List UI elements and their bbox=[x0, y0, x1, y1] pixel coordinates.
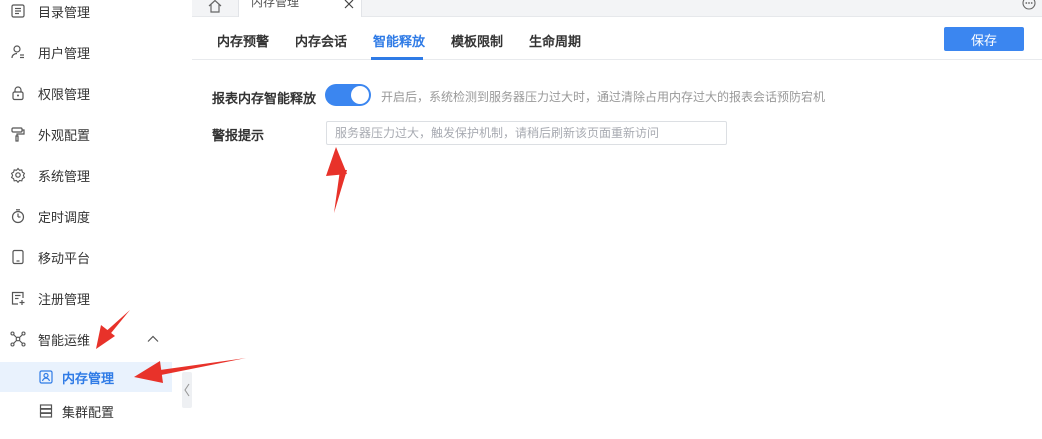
sidebar-item-label: 系统管理 bbox=[38, 169, 91, 185]
tab-label: 内存管理 bbox=[251, 0, 300, 9]
sidebar-collapse-handle[interactable] bbox=[182, 372, 192, 408]
sidebar-item-system[interactable]: 系统管理 bbox=[0, 160, 172, 190]
sidebar-item-label: 集群配置 bbox=[62, 405, 115, 421]
tab-template-limit[interactable]: 模板限制 bbox=[451, 31, 503, 50]
sidebar-item-permissions[interactable]: 权限管理 bbox=[0, 78, 172, 108]
stopwatch-icon bbox=[10, 208, 26, 224]
sidebar-item-label: 智能运维 bbox=[38, 333, 91, 349]
sub-tab-bar: 内存预警 内存会话 智能释放 模板限制 生命周期 保存 bbox=[192, 18, 1042, 60]
chevron-up-icon[interactable] bbox=[146, 332, 160, 346]
lock-icon bbox=[10, 85, 26, 101]
alert-message-input[interactable] bbox=[326, 121, 727, 145]
home-tab[interactable] bbox=[192, 0, 238, 17]
register-icon bbox=[10, 290, 26, 306]
chevron-left-icon bbox=[184, 383, 190, 397]
server-icon bbox=[38, 403, 54, 419]
sidebar-subitem-cluster[interactable]: 集群配置 bbox=[0, 396, 172, 426]
sidebar-subitem-memory[interactable]: 内存管理 bbox=[0, 362, 172, 392]
tab-lifecycle[interactable]: 生命周期 bbox=[529, 31, 581, 50]
sidebar-item-label: 定时调度 bbox=[38, 210, 91, 226]
window-tab-bar: 内存管理 bbox=[192, 0, 1042, 17]
paint-roller-icon bbox=[10, 126, 26, 142]
tab-memory-sessions[interactable]: 内存会话 bbox=[295, 31, 347, 50]
tab-memory-management[interactable]: 内存管理 bbox=[238, 0, 362, 17]
more-icon[interactable] bbox=[1022, 0, 1036, 10]
sidebar-item-schedule[interactable]: 定时调度 bbox=[0, 201, 172, 231]
sidebar-item-users[interactable]: 用户管理 bbox=[0, 37, 172, 67]
sidebar-item-register[interactable]: 注册管理 bbox=[0, 283, 172, 313]
sidebar-item-label: 权限管理 bbox=[38, 87, 91, 103]
sidebar-item-label: 内存管理 bbox=[62, 371, 115, 387]
alert-message-label: 警报提示 bbox=[212, 129, 265, 144]
close-icon[interactable] bbox=[343, 0, 355, 10]
sidebar: 目录管理 用户管理 权限管理 外观配置 系统管理 定时调度 移动平台 注册管理 … bbox=[0, 0, 172, 439]
sidebar-item-label: 注册管理 bbox=[38, 292, 91, 308]
sidebar-item-smart-ops[interactable]: 智能运维 bbox=[0, 324, 172, 354]
sidebar-item-label: 外观配置 bbox=[38, 128, 91, 144]
gear-icon bbox=[10, 167, 26, 183]
tab-smart-release[interactable]: 智能释放 bbox=[373, 31, 425, 50]
network-icon bbox=[10, 331, 26, 347]
sidebar-item-catalog[interactable]: 目录管理 bbox=[0, 0, 172, 26]
active-tab-indicator bbox=[371, 57, 423, 60]
toggle-knob bbox=[351, 86, 369, 104]
tab-memory-warning[interactable]: 内存预警 bbox=[217, 31, 269, 50]
tablet-icon bbox=[10, 249, 26, 265]
user-icon bbox=[10, 44, 26, 60]
sidebar-item-label: 目录管理 bbox=[38, 5, 91, 21]
sidebar-item-label: 用户管理 bbox=[38, 46, 91, 62]
sidebar-item-appearance[interactable]: 外观配置 bbox=[0, 119, 172, 149]
smart-release-toggle[interactable] bbox=[325, 84, 371, 106]
sidebar-item-label: 移动平台 bbox=[38, 251, 91, 267]
smart-release-hint: 开启后，系统检测到服务器压力过大时，通过清除占用内存过大的报表会话预防宕机 bbox=[381, 90, 826, 104]
save-button[interactable]: 保存 bbox=[944, 27, 1024, 51]
sidebar-item-mobile[interactable]: 移动平台 bbox=[0, 242, 172, 272]
smart-release-label: 报表内存智能释放 bbox=[212, 92, 317, 107]
catalog-icon bbox=[10, 3, 26, 19]
home-icon bbox=[208, 0, 222, 13]
annotation-arrow-input bbox=[326, 147, 347, 213]
memory-icon bbox=[38, 369, 54, 385]
